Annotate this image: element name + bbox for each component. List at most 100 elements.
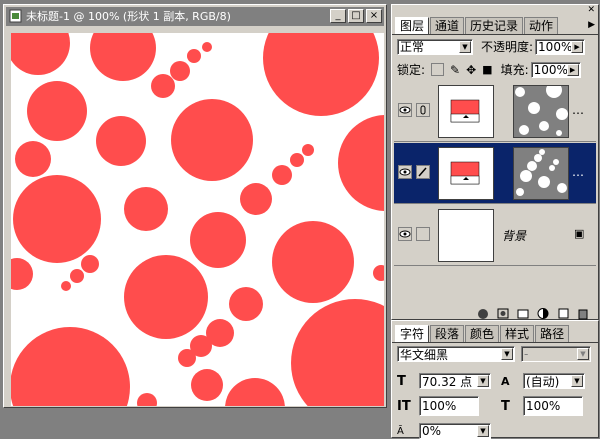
layer-thumbnail (438, 209, 494, 262)
vertical-scale-input[interactable]: 100% (419, 396, 479, 416)
layer-style-icon[interactable] (476, 307, 490, 320)
adjustment-layer-icon[interactable] (536, 307, 550, 320)
layers-panel: ✕ 图层 通道 历史记录 动作 ▶ 正常 ▼ 不透明度: 100% ▶ 锁定: … (391, 4, 599, 320)
eye-icon[interactable] (398, 165, 412, 179)
window-title: 未标题-1 @ 100% (形状 1 副本, RGB/8) (26, 10, 231, 23)
layer-thumbnail (438, 85, 494, 138)
font-size-input[interactable]: 70.32 点 ▼ (419, 373, 491, 389)
fill-input[interactable]: 100% ▶ (530, 61, 581, 78)
dot (240, 183, 272, 215)
link-slot[interactable] (416, 227, 430, 241)
dot (338, 115, 384, 211)
tab-channels[interactable]: 通道 (430, 17, 465, 34)
dot (290, 153, 304, 167)
dot (61, 281, 71, 291)
panel-grip[interactable] (392, 321, 598, 325)
dot (272, 221, 354, 303)
dot (124, 187, 168, 231)
tab-layers[interactable]: 图层 (395, 17, 430, 34)
chevron-down-icon[interactable]: ▼ (577, 348, 589, 360)
dot (202, 42, 212, 52)
tab-history[interactable]: 历史记录 (465, 17, 524, 34)
layer-more-icon: … (572, 165, 584, 179)
eye-icon[interactable] (398, 103, 412, 117)
layer-mask-thumbnail[interactable] (513, 147, 569, 200)
character-panel: 字符 段落 颜色 样式 路径 华文细黑 ▼ - ▼ T 70.32 点 ▼ A … (391, 320, 599, 439)
dot (124, 255, 208, 339)
chevron-down-icon[interactable]: ▼ (477, 425, 489, 437)
dot (11, 327, 130, 406)
chevron-right-icon[interactable]: ▶ (571, 40, 584, 53)
layer-mask-thumbnail[interactable] (513, 85, 569, 138)
leading-input[interactable]: (自动) ▼ (523, 373, 585, 389)
dot (229, 287, 263, 321)
font-size-icon: T (397, 373, 406, 389)
image-canvas[interactable] (11, 33, 384, 406)
dot (190, 335, 212, 357)
dot (151, 74, 175, 98)
horizontal-scale-input[interactable]: 100% (523, 396, 583, 416)
panel-menu-icon[interactable]: ▶ (588, 17, 595, 34)
chevron-down-icon[interactable]: ▼ (459, 40, 471, 53)
font-family-value: 华文细黑 (400, 347, 449, 362)
dot (171, 99, 253, 181)
layer-thumbnail (438, 147, 494, 200)
dot (190, 212, 246, 268)
layer-name[interactable]: 背景 (502, 227, 526, 244)
vertical-scale-value: 100% (422, 399, 457, 413)
tracking-value: 0% (422, 424, 442, 438)
dot (15, 141, 51, 177)
layer-row-shape-1[interactable]: … (394, 81, 596, 142)
opacity-input[interactable]: 100% ▶ (535, 38, 586, 55)
tracking-input[interactable]: 0% ▼ (419, 423, 491, 439)
close-icon[interactable]: ✕ (587, 6, 595, 15)
chevron-down-icon[interactable]: ▼ (501, 348, 513, 360)
dot (90, 33, 156, 81)
lock-icon[interactable]: ■ (482, 63, 492, 76)
chevron-down-icon[interactable]: ▼ (571, 375, 583, 387)
add-mask-icon[interactable] (496, 307, 510, 320)
tab-paths[interactable]: 路径 (535, 325, 570, 342)
vertical-scale-icon: IT (397, 398, 411, 414)
dot (96, 116, 146, 166)
dot (302, 144, 314, 156)
link-icon[interactable] (416, 103, 430, 117)
tab-styles[interactable]: 样式 (500, 325, 535, 342)
tab-paragraph[interactable]: 段落 (430, 325, 465, 342)
layer-row-shape-1-copy[interactable]: … (394, 143, 596, 204)
panel-grip[interactable]: ✕ (392, 5, 598, 17)
lock-label: 锁定: (397, 63, 426, 77)
chevron-down-icon[interactable]: ▼ (477, 375, 489, 387)
lock-icon: ▣ (574, 227, 585, 240)
chevron-right-icon[interactable]: ▶ (566, 63, 579, 76)
font-style-select[interactable]: - ▼ (521, 346, 591, 362)
dot (170, 61, 190, 81)
move-icon[interactable]: ✥ (466, 63, 476, 77)
dot (291, 299, 384, 406)
leading-value: (自动) (526, 374, 560, 389)
layer-row-background[interactable]: 背景 ▣ (394, 205, 596, 266)
new-group-icon[interactable] (516, 307, 530, 320)
font-family-select[interactable]: 华文细黑 ▼ (397, 346, 515, 362)
fill-value: 100% (533, 62, 568, 77)
trash-icon[interactable] (576, 307, 590, 320)
leading-icon: A (501, 374, 510, 388)
tab-character[interactable]: 字符 (395, 325, 430, 342)
brush-icon[interactable] (416, 165, 430, 179)
lock-transparent-icon[interactable] (431, 63, 445, 76)
dot (225, 378, 285, 406)
eye-icon[interactable] (398, 227, 412, 241)
blend-mode-value: 正常 (400, 40, 425, 54)
layers-tabs: 图层 通道 历史记录 动作 ▶ (392, 17, 598, 35)
tab-color[interactable]: 颜色 (465, 325, 500, 342)
horizontal-scale-value: 100% (526, 399, 561, 413)
brush-icon[interactable]: ✎ (450, 63, 460, 77)
maximize-button[interactable]: □ (348, 9, 364, 23)
title-bar[interactable]: 未标题-1 @ 100% (形状 1 副本, RGB/8) _ □ × (6, 7, 384, 26)
tab-actions[interactable]: 动作 (524, 17, 559, 34)
new-layer-icon[interactable] (556, 307, 570, 320)
close-button[interactable]: × (366, 9, 382, 23)
blend-mode-select[interactable]: 正常 ▼ (397, 38, 473, 55)
minimize-button[interactable]: _ (330, 9, 346, 23)
tracking-icon: Ā (397, 425, 404, 437)
